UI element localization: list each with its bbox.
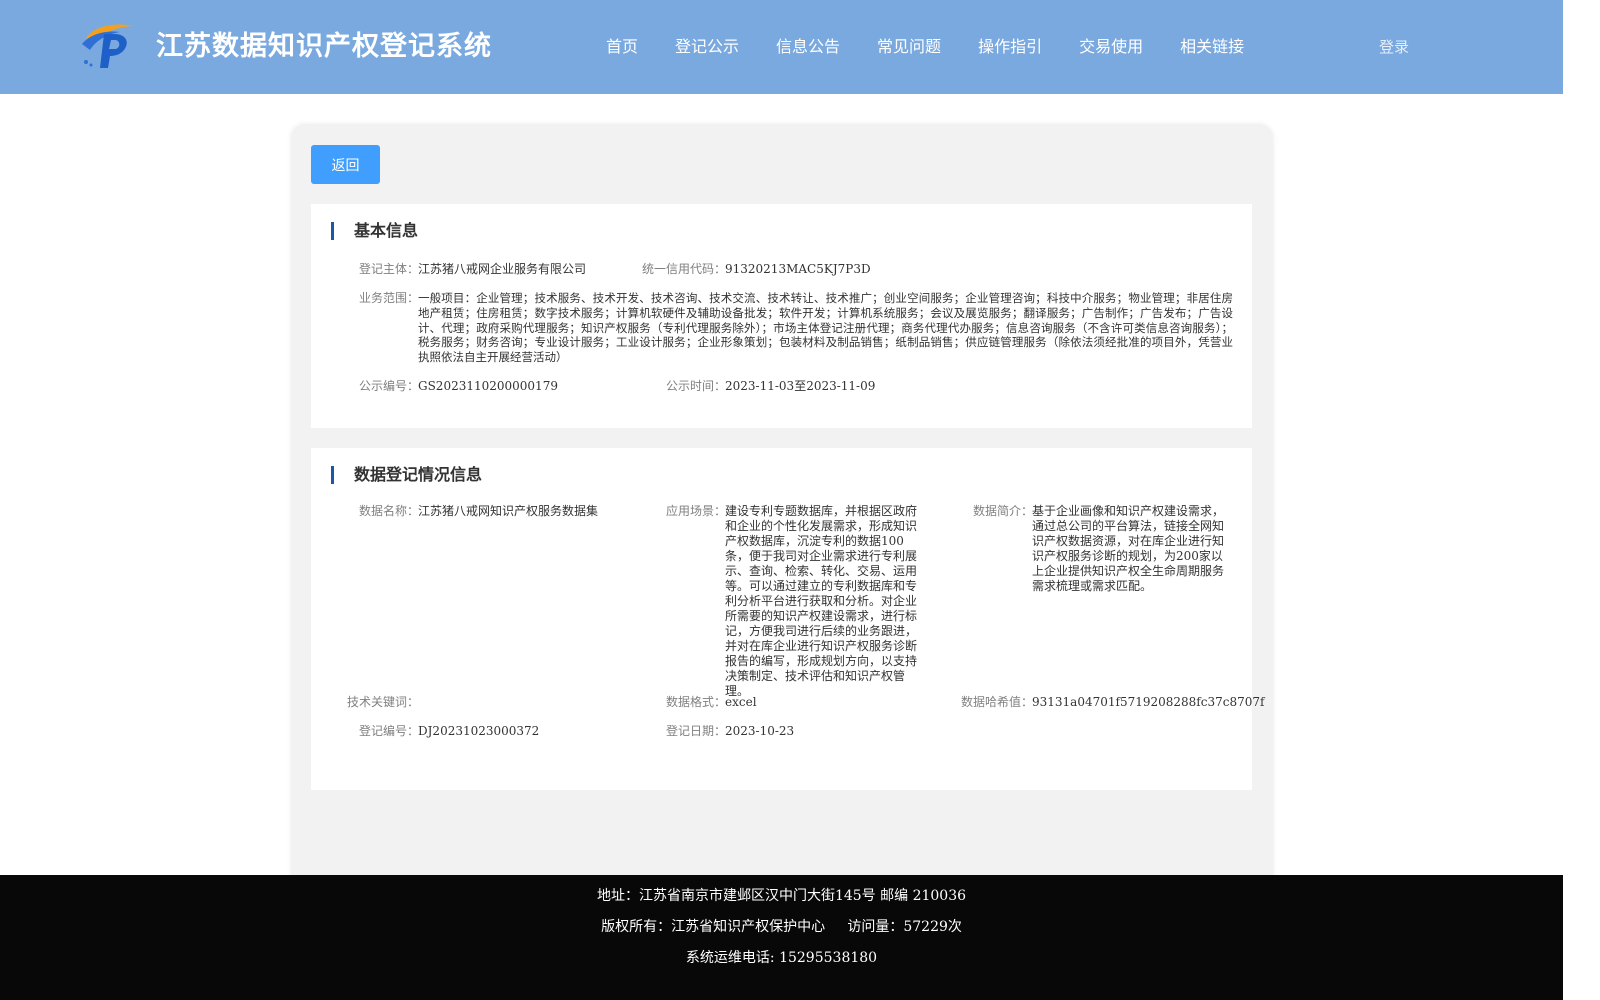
nav-faq[interactable]: 常见问题 [877, 33, 941, 57]
site-title: 江苏数据知识产权登记系统 [156, 31, 492, 62]
site-logo-icon[interactable] [80, 20, 136, 70]
publication-no-value: GS2023110200000179 [418, 379, 558, 393]
footer-visits-label: 访问量： [847, 919, 904, 935]
nav-trading[interactable]: 交易使用 [1079, 33, 1143, 57]
data-intro-label: 数据简介： [972, 504, 1033, 518]
publication-time-label: 公示时间： [665, 379, 726, 393]
nav-registration-publicity[interactable]: 登记公示 [675, 33, 739, 57]
detail-card: 返回 基本信息 登记主体： 江苏猪八戒网企业服务有限公司 统一信用代码： 913… [291, 124, 1273, 894]
registration-no-label: 登记编号： [358, 724, 419, 738]
publication-no-label: 公示编号： [358, 379, 419, 393]
application-scene-value: 建设专利专题数据库，并根据区政府和企业的个性化发展需求，形成知识产权数据库，沉淀… [725, 504, 918, 698]
registration-date-value: 2023-10-23 [725, 724, 795, 738]
nav-guide[interactable]: 操作指引 [978, 33, 1042, 57]
application-scene-label: 应用场景： [665, 504, 726, 518]
nav-announcements[interactable]: 信息公告 [776, 33, 840, 57]
footer-address: 地址：江苏省南京市建邺区汉中门大街145号 邮编 210036 [596, 888, 967, 904]
business-scope-field: 业务范围： 一般项目：企业管理；技术服务、技术开发、技术咨询、技术交流、技术转让… [311, 291, 1252, 371]
login-link[interactable]: 登录 [1379, 36, 1409, 57]
data-description-row: 数据名称： 江苏猪八戒网知识产权服务数据集 应用场景： 建设专利专题数据库，并根… [311, 504, 1252, 698]
nav-links[interactable]: 相关链接 [1180, 33, 1244, 57]
right-gutter [1563, 0, 1600, 1000]
data-format-label: 数据格式： [665, 695, 726, 709]
data-name-label: 数据名称： [358, 504, 419, 518]
data-name-value: 江苏猪八戒网知识产权服务数据集 [418, 504, 599, 518]
credit-code-value: 91320213MAC5KJ7P3D [725, 262, 871, 276]
tech-keywords-label: 技术关键词： [346, 695, 419, 709]
data-hash-value: 93131a04701f5719208288fc37c8707f [1032, 695, 1265, 709]
credit-code-label: 统一信用代码： [641, 262, 726, 276]
footer-copyright-line: 版权所有：江苏省知识产权保护中心 访问量：57229次 [0, 916, 1563, 936]
nav-home[interactable]: 首页 [606, 33, 638, 57]
registration-no-value: DJ20231023000372 [418, 724, 540, 738]
publication-field: 公示编号： GS2023110200000179 公示时间： 2023-11-0… [311, 379, 1252, 395]
section-title-basic: 基本信息 [331, 222, 418, 240]
footer-visits-value: 57229次 [903, 919, 962, 935]
business-scope-label: 业务范围： [358, 291, 419, 305]
subject-value: 江苏猪八戒网企业服务有限公司 [418, 262, 587, 276]
data-registration-section: 数据登记情况信息 数据名称： 江苏猪八戒网知识产权服务数据集 应用场景： 建设专… [311, 448, 1265, 790]
site-header: 江苏数据知识产权登记系统 首页 登记公示 信息公告 常见问题 操作指引 交易使用… [0, 0, 1563, 94]
publication-time-value: 2023-11-03至2023-11-09 [725, 379, 876, 393]
data-hash-label: 数据哈希值： [960, 695, 1033, 709]
data-meta-row: 技术关键词： 数据格式： excel 数据哈希值： 93131a04701f57… [311, 695, 1265, 711]
data-intro-value: 基于企业画像和知识产权建设需求，通过总公司的平台算法，链接全网知识产权数据资源，… [1032, 504, 1225, 593]
footer-phone: 系统运维电话: 15295538180 [685, 950, 878, 966]
basic-info-section: 基本信息 登记主体： 江苏猪八戒网企业服务有限公司 统一信用代码： 913202… [311, 204, 1252, 428]
footer-copyright: 版权所有：江苏省知识产权保护中心 [601, 919, 826, 935]
business-scope-value: 一般项目：企业管理；技术服务、技术开发、技术咨询、技术交流、技术转让、技术推广；… [418, 291, 1233, 365]
section-title-data: 数据登记情况信息 [331, 466, 482, 484]
registration-date-label: 登记日期： [665, 724, 726, 738]
registration-row: 登记编号： DJ20231023000372 登记日期： 2023-10-23 [311, 724, 1252, 740]
main-nav: 首页 登记公示 信息公告 常见问题 操作指引 交易使用 相关链接 [606, 33, 1281, 57]
subject-label: 登记主体： [358, 262, 419, 276]
back-button[interactable]: 返回 [311, 145, 380, 184]
site-footer: 地址：江苏省南京市建邺区汉中门大街145号 邮编 210036 版权所有：江苏省… [0, 875, 1563, 1000]
data-format-value: excel [725, 695, 757, 709]
subject-field: 登记主体： 江苏猪八戒网企业服务有限公司 统一信用代码： 91320213MAC… [311, 262, 1252, 278]
